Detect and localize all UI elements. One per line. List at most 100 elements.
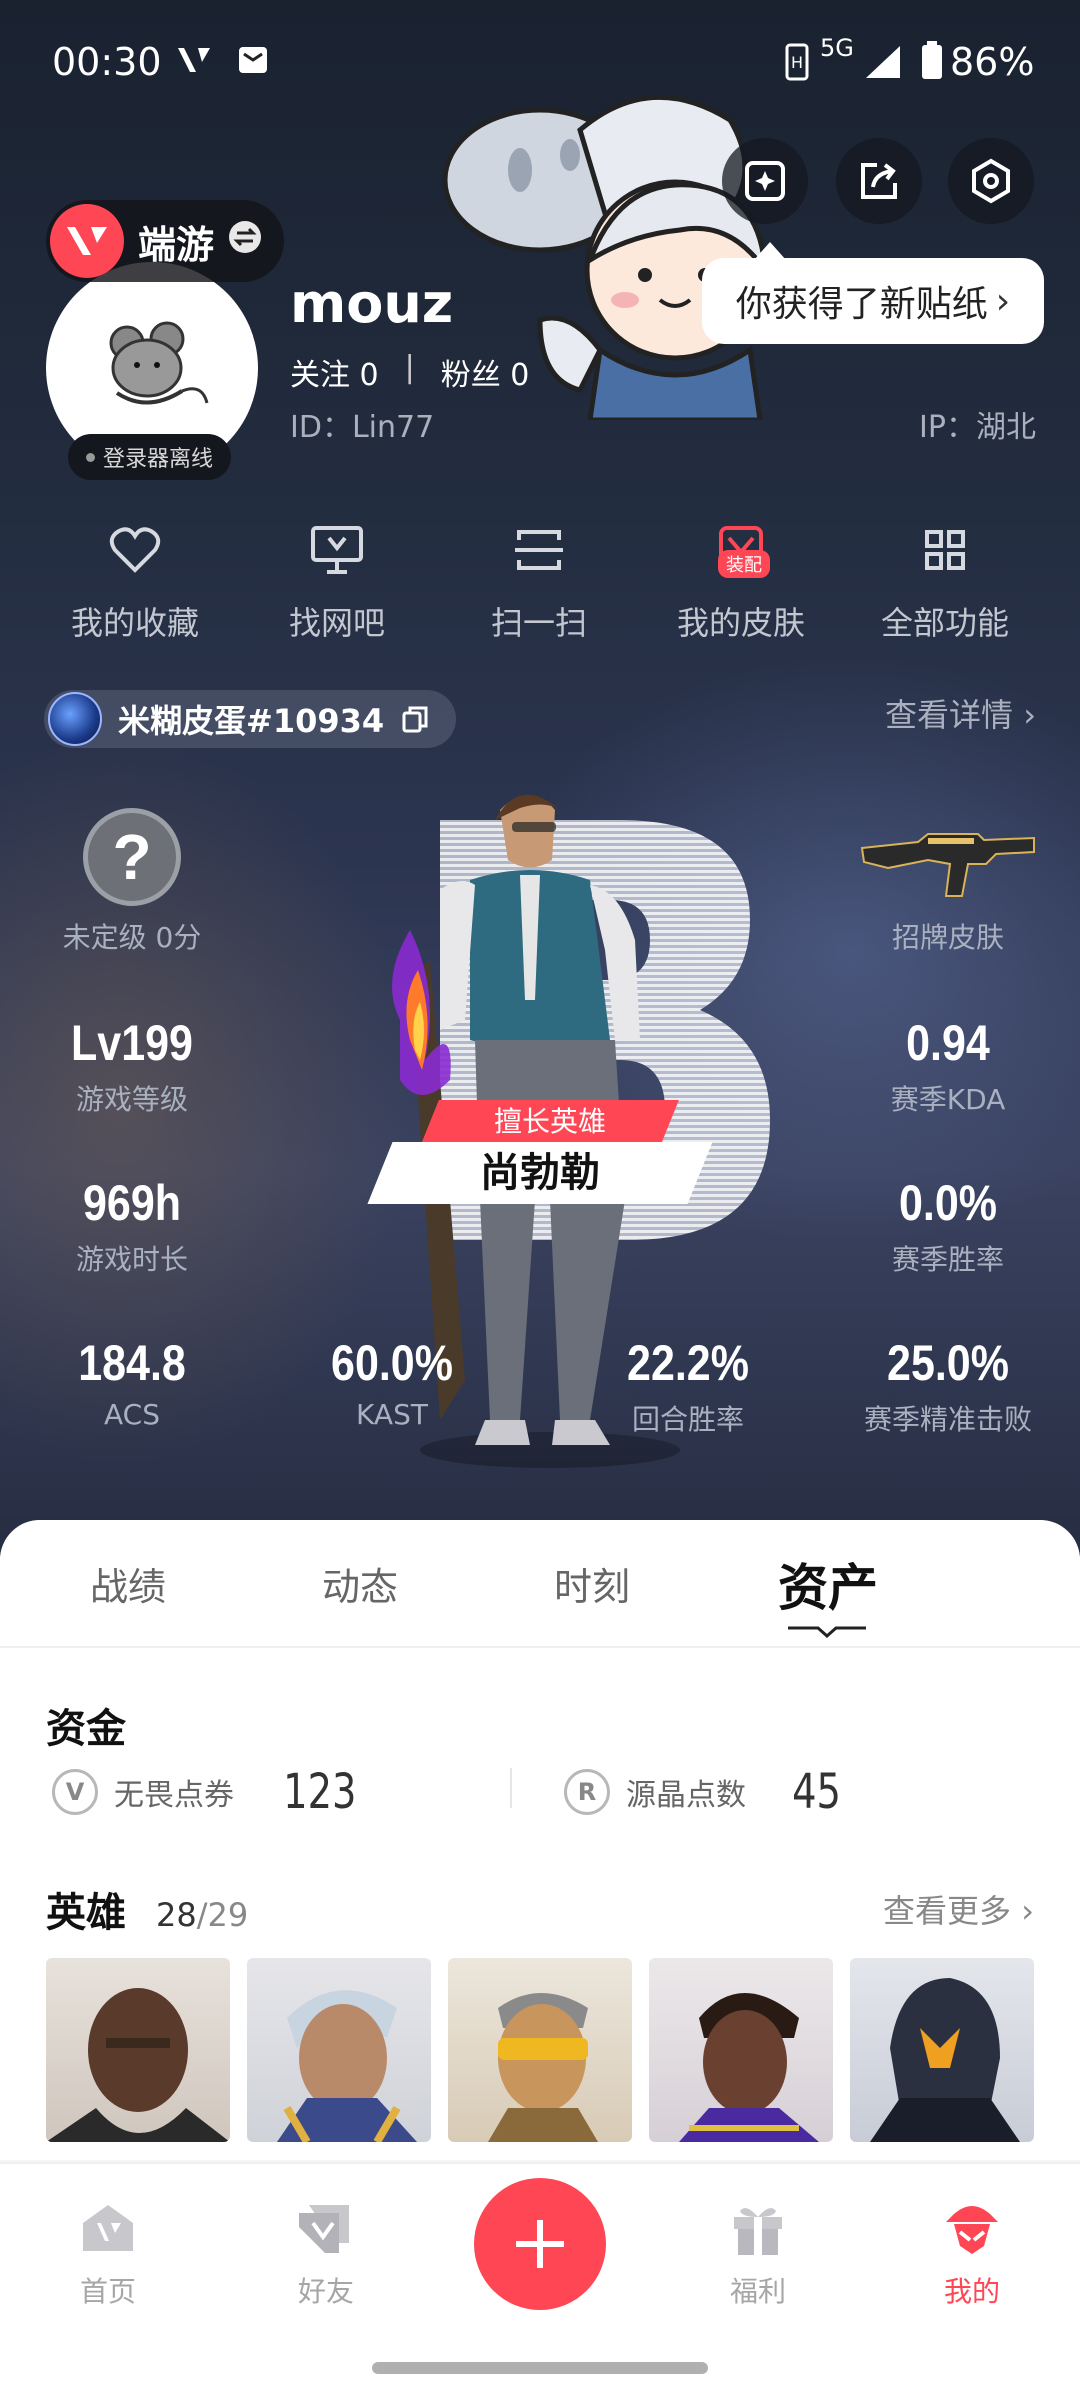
sticker-icon <box>745 161 785 201</box>
fav-agent-label: 擅长英雄 <box>493 1105 606 1138</box>
home-indicator[interactable] <box>372 2362 708 2374</box>
follow-stats: 关注 0 | 粉丝 0 <box>290 350 529 394</box>
grid-icon <box>925 530 965 570</box>
divider <box>0 1646 1080 1648</box>
active-tab-indicator <box>788 1626 866 1638</box>
winrate-stat: 0.0% 赛季胜率 <box>891 1175 1004 1276</box>
view-details-link[interactable]: 查看详情 › <box>885 690 1036 736</box>
equip-badge: 装配 <box>718 550 770 578</box>
vp-icon: V <box>52 1769 98 1815</box>
tab-moments[interactable]: 时刻 <box>554 1556 630 1611</box>
scan-button[interactable]: 扫一扫 <box>454 520 624 644</box>
gift-icon <box>734 2208 782 2255</box>
tab-assets[interactable]: 资产 <box>778 1548 878 1620</box>
playtime-stat: 969h 游戏时长 <box>75 1175 188 1276</box>
share-icon <box>861 163 897 199</box>
agent-portrait <box>277 1990 417 2142</box>
chevron-right-icon: › <box>995 280 1011 322</box>
ip-location: IP：湖北 <box>919 410 1036 445</box>
valorant-points: V 无畏点券 123 <box>52 1764 366 1820</box>
settings-button[interactable] <box>948 138 1034 224</box>
scan-icon <box>515 530 563 570</box>
game-switch-tag[interactable]: 端游 <box>46 200 285 282</box>
all-functions-button[interactable]: 全部功能 <box>860 520 1030 644</box>
swap-icon <box>228 219 262 263</box>
headshot-stat: 25.0% 赛季精准击败 <box>863 1335 1032 1436</box>
status-time: 00:30 <box>52 40 162 84</box>
hero-card[interactable] <box>448 1958 632 2142</box>
login-status-badge: 登录器离线 <box>68 434 232 480</box>
mouse-avatar-icon <box>109 321 209 405</box>
battery-icon <box>920 40 944 84</box>
signal-icon <box>864 44 902 84</box>
rank-stat[interactable]: ? 未定级 0分 <box>2 808 262 956</box>
my-skins-button[interactable]: 装配 我的皮肤 <box>656 520 826 644</box>
copy-icon[interactable] <box>400 704 430 734</box>
agent-portrait <box>488 1993 598 2142</box>
see-more-heroes-link[interactable]: 查看更多 › <box>883 1886 1034 1932</box>
agent-portrait <box>870 1978 1020 2142</box>
chevron-right-icon: › <box>1023 696 1036 734</box>
player-card-icon <box>48 692 102 746</box>
valorant-notification-icon <box>176 44 212 80</box>
nav-rewards[interactable]: 福利 <box>688 2196 828 2310</box>
fav-agent-name: 尚勃勒 <box>480 1150 600 1196</box>
riot-id-text: 米糊皮蛋#10934 <box>118 702 385 740</box>
divider <box>510 1768 512 1808</box>
chevron-right-icon: › <box>1021 1892 1034 1930</box>
new-sticker-tooltip[interactable]: 你获得了新贴纸 › <box>702 242 1044 344</box>
home-icon <box>83 2205 133 2251</box>
username: mouz <box>290 272 454 335</box>
signature-skin-stat[interactable]: 招牌皮肤 <box>818 808 1078 956</box>
kda-stat: 0.94 赛季KDA <box>890 1015 1006 1116</box>
tab-activity[interactable]: 动态 <box>322 1556 398 1611</box>
profile-icon <box>946 2206 998 2254</box>
nav-profile[interactable]: 我的 <box>902 2196 1042 2310</box>
network-type: 5G <box>820 34 854 62</box>
nav-home[interactable]: 首页 <box>38 2196 178 2310</box>
my-favorites-button[interactable]: 我的收藏 <box>50 520 220 644</box>
heroes-title: 英雄 <box>46 1890 126 1936</box>
tab-match-history[interactable]: 战绩 <box>90 1556 166 1611</box>
create-post-button[interactable] <box>474 2178 606 2310</box>
fans-count[interactable]: 粉丝 0 <box>441 350 530 394</box>
friends-icon <box>299 2205 349 2253</box>
heart-icon <box>109 527 161 573</box>
hero-card[interactable] <box>247 1958 431 2142</box>
find-cafe-button[interactable]: 找网吧 <box>252 520 422 644</box>
plus-icon <box>516 2220 564 2268</box>
heroes-header: 英雄 28/29 <box>46 1880 248 1938</box>
hero-card[interactable] <box>850 1958 1034 2142</box>
settings-icon <box>972 158 1010 204</box>
rp-icon: R <box>564 1769 610 1815</box>
agent-portrait <box>46 1988 230 2142</box>
heroes-count: 28/29 <box>156 1896 249 1934</box>
acs-stat: 184.8 ACS <box>78 1335 186 1431</box>
favorite-agent-banner[interactable]: 擅长英雄 尚勃勒 <box>367 1100 713 1204</box>
user-id: ID：Lin77 <box>290 410 435 445</box>
rifle-skin-icon <box>860 833 1035 897</box>
login-status-text: 登录器离线 <box>103 447 214 472</box>
message-notification-icon <box>238 46 268 78</box>
round-winrate-stat: 22.2% 回合胜率 <box>627 1335 749 1436</box>
tooltip-text: 你获得了新贴纸 <box>735 284 988 325</box>
kast-stat: 60.0% KAST <box>331 1335 453 1431</box>
radianite-points: R 源晶点数 45 <box>564 1764 847 1820</box>
sticker-button[interactable] <box>722 138 808 224</box>
valorant-logo-icon <box>50 204 124 278</box>
following-count[interactable]: 关注 0 <box>290 350 379 394</box>
funds-title: 资金 <box>46 1706 126 1752</box>
unranked-icon: ? <box>83 808 181 906</box>
share-button[interactable] <box>836 138 922 224</box>
game-tag-label: 端游 <box>138 222 215 267</box>
level-stat: Lv199 游戏等级 <box>71 1015 193 1116</box>
hero-card[interactable] <box>649 1958 833 2142</box>
battery-level: 86% <box>950 40 1035 84</box>
player-riot-id[interactable]: 米糊皮蛋#10934 <box>44 690 457 748</box>
monitor-icon <box>311 526 363 574</box>
status-dot <box>86 452 95 462</box>
profile-hero: 00:30 H 5G 86% 你获得了新贴纸 › 端游 登录器离线 mouz 关… <box>0 0 1080 1560</box>
agent-portrait <box>679 1993 819 2142</box>
hero-card[interactable] <box>46 1958 230 2142</box>
nav-friends[interactable]: 好友 <box>256 2196 396 2310</box>
